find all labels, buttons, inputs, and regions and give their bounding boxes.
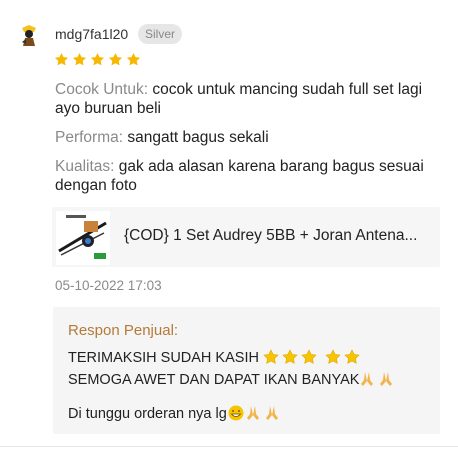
- field-key: Kualitas:: [55, 158, 115, 175]
- seller-reply-line: Di tunggu orderan nya lg: [68, 405, 281, 425]
- avatar-icon: [16, 22, 42, 48]
- seller-reply-line: TERIMAKSIH SUDAH KASIH: [68, 349, 363, 369]
- rating-stars: [54, 52, 141, 67]
- field-value: sangatt bagus sekali: [127, 129, 269, 146]
- product-thumbnail: [56, 211, 110, 265]
- seller-reply: Respon Penjual: TERIMAKSIH SUDAH KASIH S…: [53, 307, 440, 434]
- review-field-performa: Performa: sangatt bagus sekali: [55, 128, 425, 147]
- product-title[interactable]: {COD} 1 Set Audrey 5BB + Joran Antena...: [124, 227, 434, 245]
- review-field-cocok-untuk: Cocok Untuk: cocok untuk mancing sudah f…: [55, 80, 425, 118]
- field-key: Performa:: [55, 129, 124, 146]
- star-emoji-row: [263, 349, 363, 369]
- avatar[interactable]: [16, 22, 42, 48]
- username[interactable]: mdg7fa1l20: [55, 26, 128, 42]
- reply-text: Di tunggu orderan nya lg: [68, 406, 227, 422]
- star-icon: [54, 52, 69, 66]
- field-key: Cocok Untuk:: [55, 81, 149, 98]
- fishing-set-image-icon: [56, 211, 110, 265]
- praying-hands-icon: [359, 371, 395, 391]
- review-field-kualitas: Kualitas: gak ada alasan karena barang b…: [55, 157, 425, 195]
- praying-hands-icon: [245, 405, 281, 425]
- grin-emoji-icon: [227, 405, 245, 425]
- star-icon: [263, 349, 360, 364]
- star-icon: [90, 52, 105, 66]
- star-icon: [72, 52, 87, 66]
- product-card[interactable]: {COD} 1 Set Audrey 5BB + Joran Antena...: [52, 207, 440, 267]
- review-date: 05-10-2022 17:03: [55, 278, 162, 293]
- reply-text: TERIMAKSIH SUDAH KASIH: [68, 350, 259, 366]
- status-badge: Silver: [138, 24, 183, 44]
- seller-reply-line: SEMOGA AWET DAN DAPAT IKAN BANYAK: [68, 371, 395, 391]
- divider: [0, 446, 458, 447]
- star-icon: [108, 52, 123, 66]
- star-icon: [126, 52, 141, 66]
- seller-reply-label: Respon Penjual:: [68, 322, 179, 339]
- reply-text: SEMOGA AWET DAN DAPAT IKAN BANYAK: [68, 372, 360, 388]
